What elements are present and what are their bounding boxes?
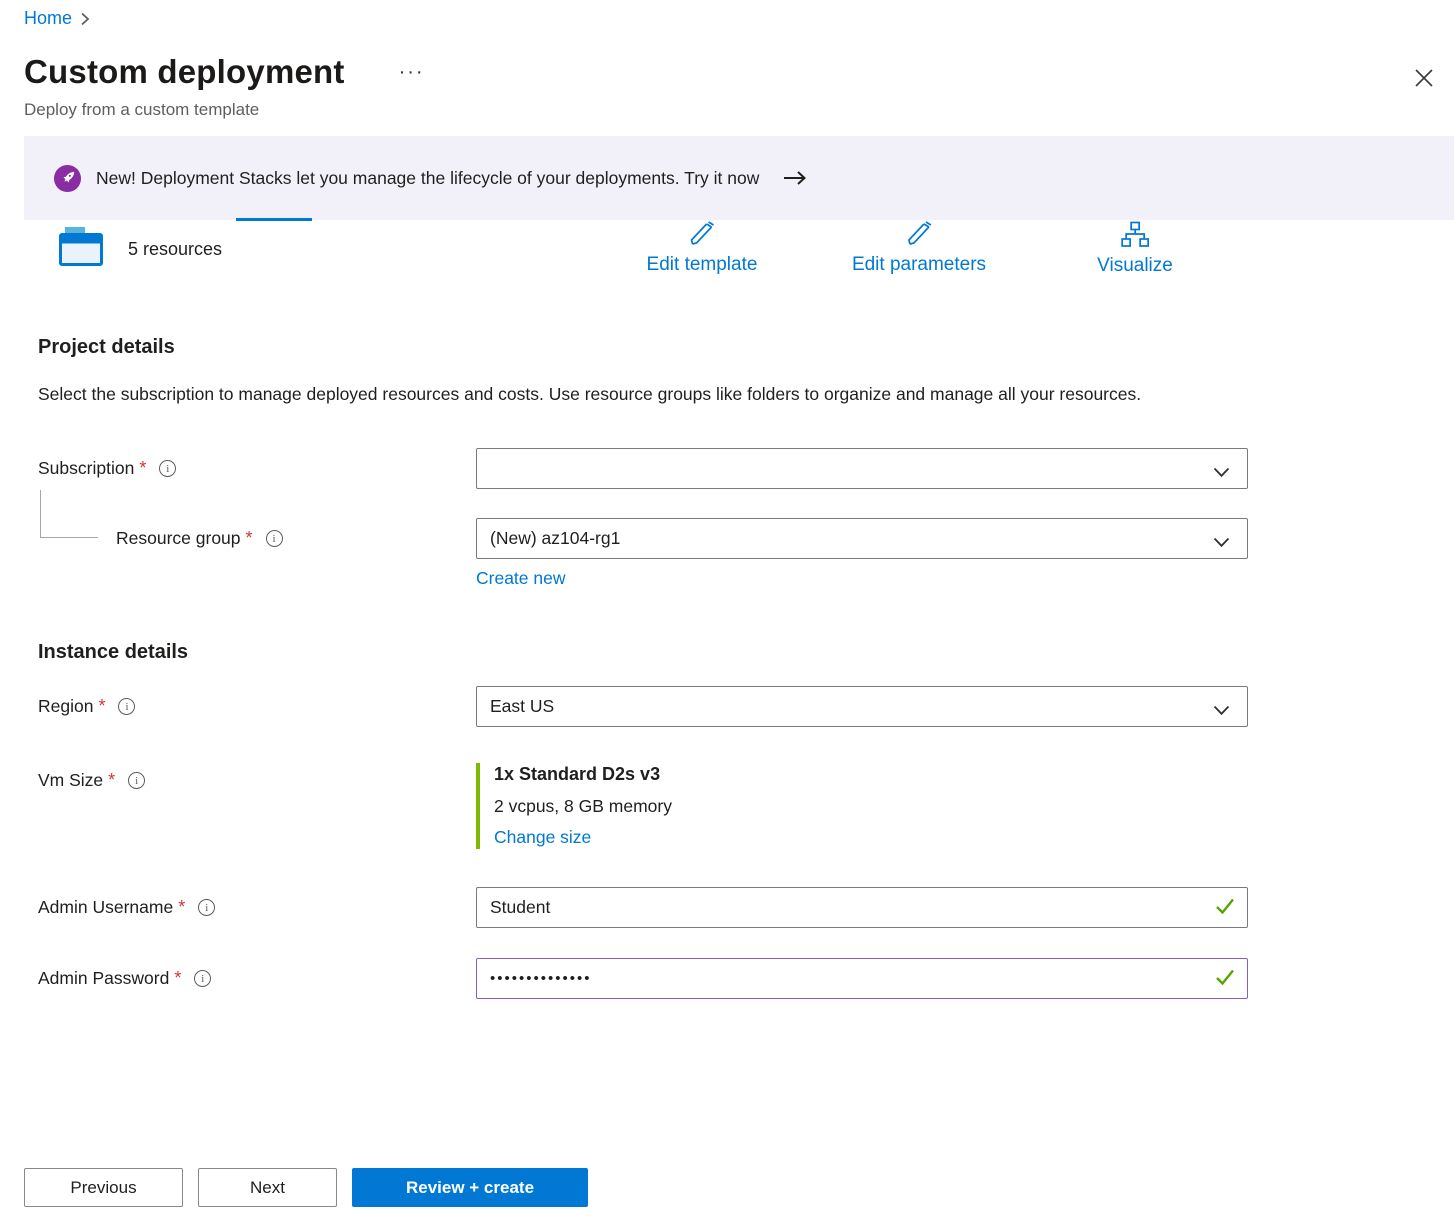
region-dropdown[interactable]: East US [476,686,1248,727]
required-marker: * [246,528,253,549]
valid-check-icon [1215,968,1235,991]
admin-username-label: Admin Username [38,897,173,918]
region-row: Region * East US [38,686,1456,727]
deployment-stacks-banner[interactable]: New! Deployment Stacks let you manage th… [24,136,1454,220]
deployment-form: Project details Select the subscription … [0,336,1456,999]
vm-size-specs: 2 vcpus, 8 GB memory [494,796,1248,817]
template-summary: 5 resources [58,226,222,273]
info-icon[interactable] [266,530,283,547]
vm-size-label: Vm Size [38,770,103,791]
subscription-control [476,448,1248,489]
region-label-cell: Region * [38,696,476,717]
resource-group-label: Resource group [116,528,241,549]
info-icon[interactable] [198,899,215,916]
subscription-label: Subscription [38,458,134,479]
admin-username-input[interactable] [476,887,1248,928]
edit-parameters-label: Edit parameters [852,254,986,276]
required-marker: * [98,696,105,717]
chevron-down-icon [1213,532,1230,553]
review-create-button[interactable]: Review + create [352,1168,588,1207]
rocket-icon [53,164,82,193]
admin-username-label-cell: Admin Username * [38,897,476,918]
vm-size-selection: 1x Standard D2s v3 2 vcpus, 8 GB memory … [476,763,1248,849]
admin-username-row: Admin Username * [38,887,1456,928]
more-options-button[interactable]: ··· [399,62,425,82]
project-details-description: Select the subscription to manage deploy… [38,379,1188,410]
edit-template-label: Edit template [647,254,758,276]
region-value: East US [490,696,554,717]
resource-group-value: (New) az104-rg1 [490,528,620,549]
required-marker: * [108,770,115,791]
required-marker: * [174,968,181,989]
resources-count: 5 resources [128,239,222,260]
required-marker: * [139,458,146,479]
page-title: Custom deployment [24,53,345,91]
custom-deployment-page: Home Custom deployment ··· Deploy from a… [0,0,1456,999]
subscription-row: Subscription * [38,448,1456,489]
info-icon[interactable] [194,970,211,987]
required-marker: * [178,897,185,918]
admin-password-label-cell: Admin Password * [38,968,476,989]
page-subtitle: Deploy from a custom template [0,100,1456,120]
close-button[interactable] [1410,64,1438,95]
admin-password-row: Admin Password * [38,958,1456,999]
close-icon [1414,76,1434,91]
info-icon[interactable] [128,772,145,789]
subscription-dropdown[interactable] [476,448,1248,489]
arrow-right-icon [783,170,807,186]
admin-password-input[interactable] [476,958,1248,999]
truncated-link-fragment [236,218,312,221]
create-new-link[interactable]: Create new [476,568,566,589]
tree-connector-line [40,490,98,538]
admin-password-control [476,958,1248,999]
valid-check-icon [1215,897,1235,920]
resource-group-label-cell: Resource group * [38,528,476,549]
template-bar: 5 resources Edit template Edit parameter… [24,220,1456,292]
info-icon[interactable] [159,460,176,477]
vm-size-label-cell: Vm Size * [38,763,476,791]
template-icon [58,226,105,273]
region-label: Region [38,696,93,717]
vm-size-row: Vm Size * 1x Standard D2s v3 2 vcpus, 8 … [38,763,1456,849]
breadcrumb: Home [0,0,1456,29]
resource-group-row: Resource group * (New) az104-rg1 [38,518,1456,559]
admin-username-control [476,887,1248,928]
next-button[interactable]: Next [198,1168,337,1207]
chevron-down-icon [1213,700,1230,721]
chevron-right-icon [80,12,90,26]
visualize-link[interactable]: Visualize [1097,221,1173,277]
previous-button[interactable]: Previous [24,1168,183,1207]
region-control: East US [476,686,1248,727]
visualize-label: Visualize [1097,255,1173,277]
instance-details-heading: Instance details [38,641,1456,664]
wizard-footer: Previous Next Review + create [24,1168,588,1207]
admin-password-label: Admin Password [38,968,169,989]
vm-size-title: 1x Standard D2s v3 [494,764,1248,785]
page-header: Custom deployment ··· [0,53,1456,91]
pencil-icon [904,221,934,253]
change-size-link[interactable]: Change size [494,827,591,848]
breadcrumb-home-link[interactable]: Home [24,8,72,29]
banner-text: New! Deployment Stacks let you manage th… [96,168,759,189]
hierarchy-icon [1120,221,1150,254]
pencil-icon [687,221,717,253]
project-details-heading: Project details [38,336,1456,359]
chevron-down-icon [1213,462,1230,483]
resource-group-dropdown[interactable]: (New) az104-rg1 [476,518,1248,559]
edit-template-link[interactable]: Edit template [647,221,758,276]
subscription-label-cell: Subscription * [38,458,476,479]
vm-size-control: 1x Standard D2s v3 2 vcpus, 8 GB memory … [476,763,1248,849]
edit-parameters-link[interactable]: Edit parameters [852,221,986,276]
resource-group-control: (New) az104-rg1 [476,518,1248,559]
info-icon[interactable] [118,698,135,715]
